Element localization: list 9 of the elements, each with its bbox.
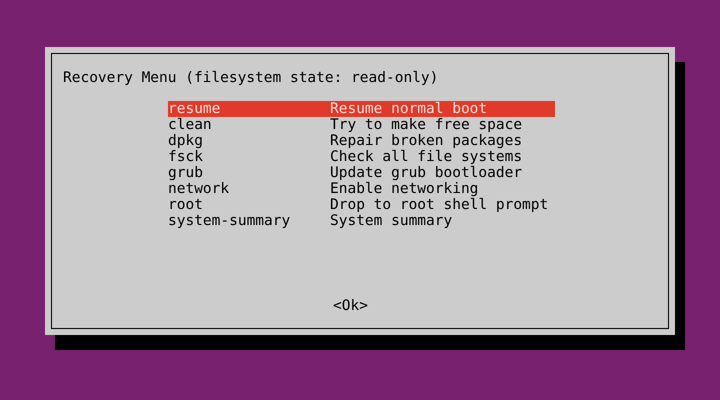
menu-item[interactable]: fsck Check all file systems (168, 149, 555, 165)
menu-item[interactable]: dpkg Repair broken packages (168, 133, 555, 149)
dialog-title: Recovery Menu (filesystem state: read-only) (63, 70, 440, 86)
menu-item[interactable]: root Drop to root shell prompt (168, 197, 555, 213)
ok-button[interactable]: <Ok> (333, 298, 368, 314)
menu-item[interactable]: clean Try to make free space (168, 117, 555, 133)
menu-item[interactable]: system-summary System summary (168, 213, 555, 229)
menu-item[interactable]: grub Update grub bootloader (168, 165, 555, 181)
menu-item[interactable]: network Enable networking (168, 181, 555, 197)
